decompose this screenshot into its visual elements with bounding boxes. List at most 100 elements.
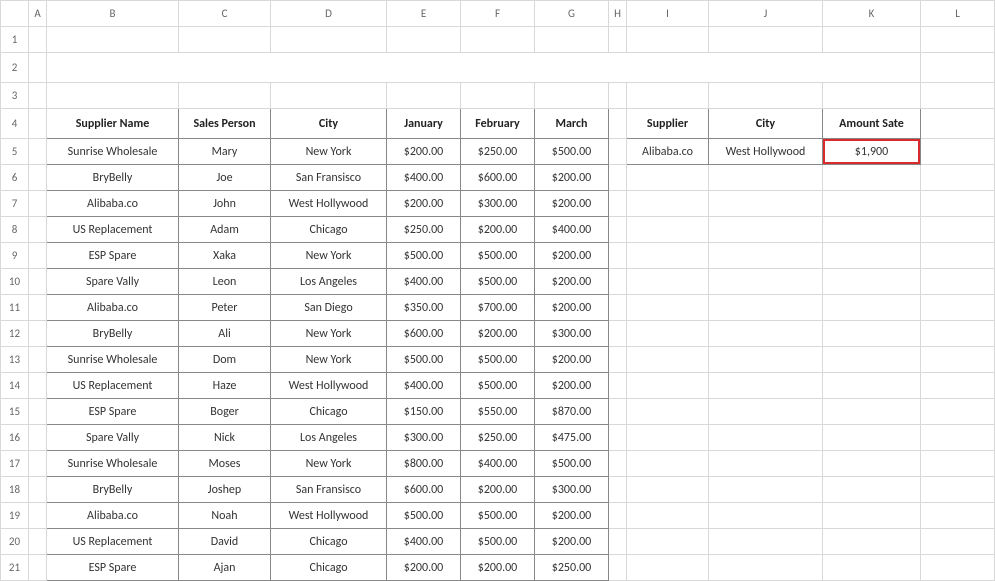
data-cell[interactable]: $350.00 bbox=[387, 295, 461, 321]
data-cell[interactable]: US Replacement bbox=[47, 529, 179, 555]
data-cell[interactable]: Joe bbox=[179, 165, 271, 191]
data-cell[interactable]: Spare Vally bbox=[47, 425, 179, 451]
data-cell[interactable]: $400.00 bbox=[461, 451, 535, 477]
data-cell[interactable]: BryBelly bbox=[47, 165, 179, 191]
data-cell[interactable]: ESP Spare bbox=[47, 243, 179, 269]
data-cell[interactable]: Ali bbox=[179, 321, 271, 347]
data-cell[interactable]: Joshep bbox=[179, 477, 271, 503]
data-cell[interactable]: $300.00 bbox=[387, 425, 461, 451]
data-cell[interactable]: $600.00 bbox=[387, 477, 461, 503]
data-cell[interactable]: $200.00 bbox=[461, 217, 535, 243]
data-cell[interactable]: $250.00 bbox=[461, 139, 535, 165]
data-cell[interactable]: West Hollywood bbox=[271, 503, 387, 529]
data-cell[interactable]: $600.00 bbox=[461, 165, 535, 191]
table-row[interactable]: 5Sunrise WholesaleMaryNew York$200.00$25… bbox=[1, 139, 995, 165]
row-15[interactable]: 15 bbox=[1, 399, 29, 425]
data-cell[interactable]: $200.00 bbox=[535, 347, 609, 373]
data-cell[interactable]: New York bbox=[271, 451, 387, 477]
data-cell[interactable]: New York bbox=[271, 347, 387, 373]
table-row[interactable]: 9ESP SpareXakaNew York$500.00$500.00$200… bbox=[1, 243, 995, 269]
data-cell[interactable]: $200.00 bbox=[461, 477, 535, 503]
table-row[interactable]: 20US ReplacementDavidChicago$400.00$500.… bbox=[1, 529, 995, 555]
result-amount[interactable]: $1,900 bbox=[823, 139, 921, 165]
table-row[interactable]: 17Sunrise WholesaleMosesNew York$800.00$… bbox=[1, 451, 995, 477]
data-cell[interactable]: $250.00 bbox=[461, 425, 535, 451]
row-20[interactable]: 20 bbox=[1, 529, 29, 555]
data-cell[interactable]: $200.00 bbox=[535, 269, 609, 295]
data-cell[interactable]: $200.00 bbox=[535, 295, 609, 321]
data-cell[interactable]: $475.00 bbox=[535, 425, 609, 451]
data-cell[interactable]: $500.00 bbox=[461, 347, 535, 373]
data-cell[interactable]: Boger bbox=[179, 399, 271, 425]
row-1[interactable]: 1 bbox=[1, 27, 29, 53]
data-cell[interactable]: Nick bbox=[179, 425, 271, 451]
data-cell[interactable]: $200.00 bbox=[461, 555, 535, 581]
row-5[interactable]: 5 bbox=[1, 139, 29, 165]
data-cell[interactable]: Chicago bbox=[271, 555, 387, 581]
row-9[interactable]: 9 bbox=[1, 243, 29, 269]
data-cell[interactable]: New York bbox=[271, 321, 387, 347]
data-cell[interactable]: Ajan bbox=[179, 555, 271, 581]
row-8[interactable]: 8 bbox=[1, 217, 29, 243]
data-cell[interactable]: BryBelly bbox=[47, 477, 179, 503]
table-row[interactable]: 11Alibaba.coPeterSan Diego$350.00$700.00… bbox=[1, 295, 995, 321]
row-17[interactable]: 17 bbox=[1, 451, 29, 477]
data-cell[interactable]: $400.00 bbox=[535, 217, 609, 243]
data-cell[interactable]: $200.00 bbox=[387, 139, 461, 165]
data-cell[interactable]: West Hollywood bbox=[271, 191, 387, 217]
data-cell[interactable]: $600.00 bbox=[387, 321, 461, 347]
data-cell[interactable]: $200.00 bbox=[387, 555, 461, 581]
data-cell[interactable]: $500.00 bbox=[387, 243, 461, 269]
data-cell[interactable]: $200.00 bbox=[535, 165, 609, 191]
col-C[interactable]: C bbox=[179, 1, 271, 27]
data-cell[interactable]: $200.00 bbox=[461, 321, 535, 347]
data-cell[interactable]: Alibaba.co bbox=[47, 503, 179, 529]
data-cell[interactable]: $150.00 bbox=[387, 399, 461, 425]
data-cell[interactable]: $400.00 bbox=[387, 529, 461, 555]
data-cell[interactable]: Peter bbox=[179, 295, 271, 321]
data-cell[interactable]: US Replacement bbox=[47, 217, 179, 243]
row-7[interactable]: 7 bbox=[1, 191, 29, 217]
t1-hdr-sales-person[interactable]: Sales Person bbox=[179, 109, 271, 139]
table-row[interactable]: 12BryBellyAliNew York$600.00$200.00$300.… bbox=[1, 321, 995, 347]
col-J[interactable]: J bbox=[709, 1, 823, 27]
data-cell[interactable]: $500.00 bbox=[387, 503, 461, 529]
data-cell[interactable]: $200.00 bbox=[535, 191, 609, 217]
row-2[interactable]: 2 bbox=[1, 53, 29, 83]
row-18[interactable]: 18 bbox=[1, 477, 29, 503]
data-cell[interactable]: Dom bbox=[179, 347, 271, 373]
table-row[interactable]: 10Spare VallyLeonLos Angeles$400.00$500.… bbox=[1, 269, 995, 295]
row-12[interactable]: 12 bbox=[1, 321, 29, 347]
data-cell[interactable]: $500.00 bbox=[461, 529, 535, 555]
data-cell[interactable]: BryBelly bbox=[47, 321, 179, 347]
data-cell[interactable]: $200.00 bbox=[535, 373, 609, 399]
data-cell[interactable]: $550.00 bbox=[461, 399, 535, 425]
row-16[interactable]: 16 bbox=[1, 425, 29, 451]
t1-hdr-mar[interactable]: March bbox=[535, 109, 609, 139]
data-cell[interactable]: US Replacement bbox=[47, 373, 179, 399]
col-L[interactable]: L bbox=[921, 1, 995, 27]
data-cell[interactable]: $200.00 bbox=[535, 503, 609, 529]
data-cell[interactable]: Chicago bbox=[271, 529, 387, 555]
col-A[interactable]: A bbox=[29, 1, 47, 27]
data-cell[interactable]: $400.00 bbox=[387, 165, 461, 191]
row-4[interactable]: 4 bbox=[1, 109, 29, 139]
row-11[interactable]: 11 bbox=[1, 295, 29, 321]
data-cell[interactable]: Alibaba.co bbox=[47, 191, 179, 217]
data-cell[interactable]: $500.00 bbox=[461, 373, 535, 399]
row-10[interactable]: 10 bbox=[1, 269, 29, 295]
col-B[interactable]: B bbox=[47, 1, 179, 27]
col-F[interactable]: F bbox=[461, 1, 535, 27]
data-cell[interactable]: Sunrise Wholesale bbox=[47, 139, 179, 165]
table-row[interactable]: 16Spare VallyNickLos Angeles$300.00$250.… bbox=[1, 425, 995, 451]
result-city[interactable]: West Hollywood bbox=[709, 139, 823, 165]
col-K[interactable]: K bbox=[823, 1, 921, 27]
col-H[interactable]: H bbox=[609, 1, 627, 27]
row-3[interactable]: 3 bbox=[1, 83, 29, 109]
data-cell[interactable]: $200.00 bbox=[387, 191, 461, 217]
row-14[interactable]: 14 bbox=[1, 373, 29, 399]
data-cell[interactable]: John bbox=[179, 191, 271, 217]
row-21[interactable]: 21 bbox=[1, 555, 29, 581]
data-cell[interactable]: Chicago bbox=[271, 217, 387, 243]
data-cell[interactable]: Noah bbox=[179, 503, 271, 529]
